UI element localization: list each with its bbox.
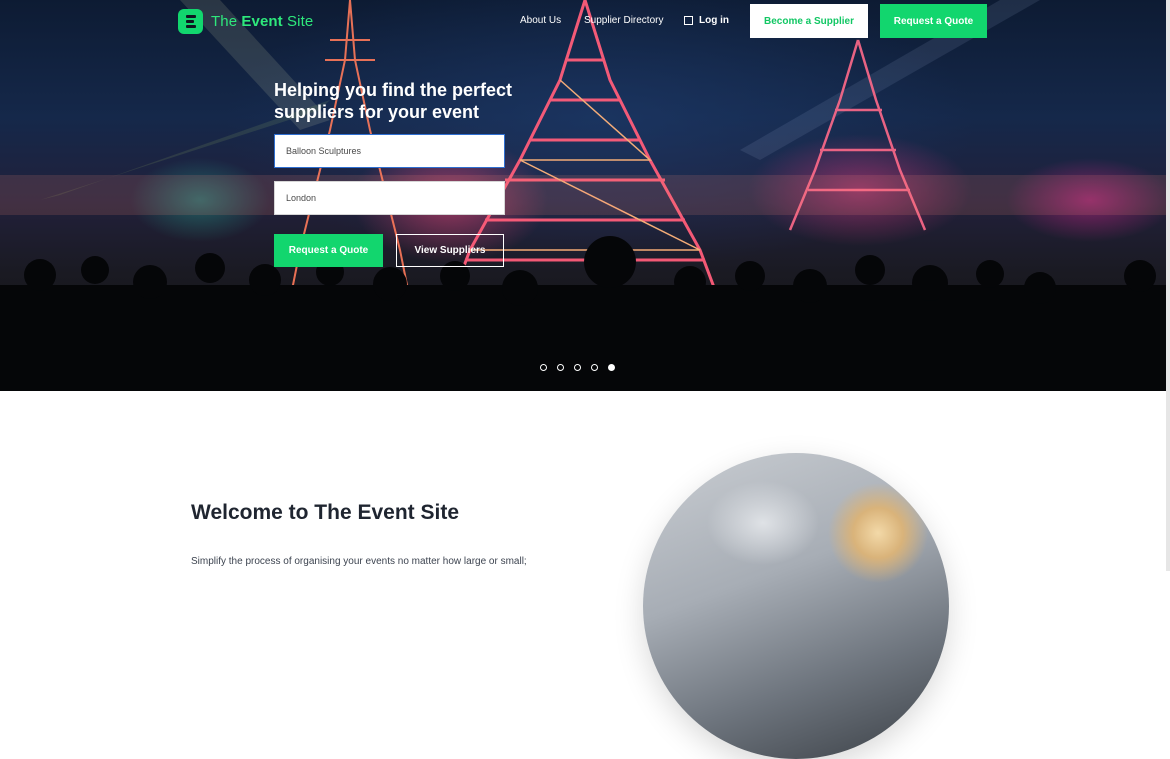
login-label: Log in [699, 15, 729, 26]
welcome-title: Welcome to The Event Site [191, 501, 460, 524]
event-site-logo-icon [178, 9, 203, 34]
login-icon [684, 16, 693, 25]
carousel-dot-2[interactable] [557, 364, 564, 371]
location-input[interactable] [274, 181, 505, 215]
carousel-dot-1[interactable] [540, 364, 547, 371]
welcome-photo [643, 453, 949, 759]
carousel-dot-5[interactable] [608, 364, 615, 371]
nav-supplier-directory[interactable]: Supplier Directory [584, 15, 663, 26]
welcome-text: Simplify the process of organising your … [191, 556, 527, 567]
festival-background-image [0, 0, 1166, 391]
header-request-quote-button[interactable]: Request a Quote [880, 4, 987, 38]
hero-headline: Helping you find the perfect suppliers f… [274, 80, 513, 122]
view-suppliers-button[interactable]: View Suppliers [396, 234, 504, 267]
site-logo[interactable]: The Event Site [178, 9, 313, 34]
hero-request-quote-button[interactable]: Request a Quote [274, 234, 383, 267]
nav-login[interactable]: Log in [684, 15, 729, 26]
logo-text: The Event Site [211, 13, 314, 30]
nav-about-us[interactable]: About Us [520, 15, 561, 26]
carousel-dot-3[interactable] [574, 364, 581, 371]
carousel-pagination [540, 364, 615, 371]
become-supplier-button[interactable]: Become a Supplier [750, 4, 868, 38]
search-input[interactable] [274, 134, 505, 168]
hero-banner: The Event Site About Us Supplier Directo… [0, 0, 1166, 391]
page-scrollbar-track[interactable] [1166, 0, 1170, 571]
carousel-dot-4[interactable] [591, 364, 598, 371]
